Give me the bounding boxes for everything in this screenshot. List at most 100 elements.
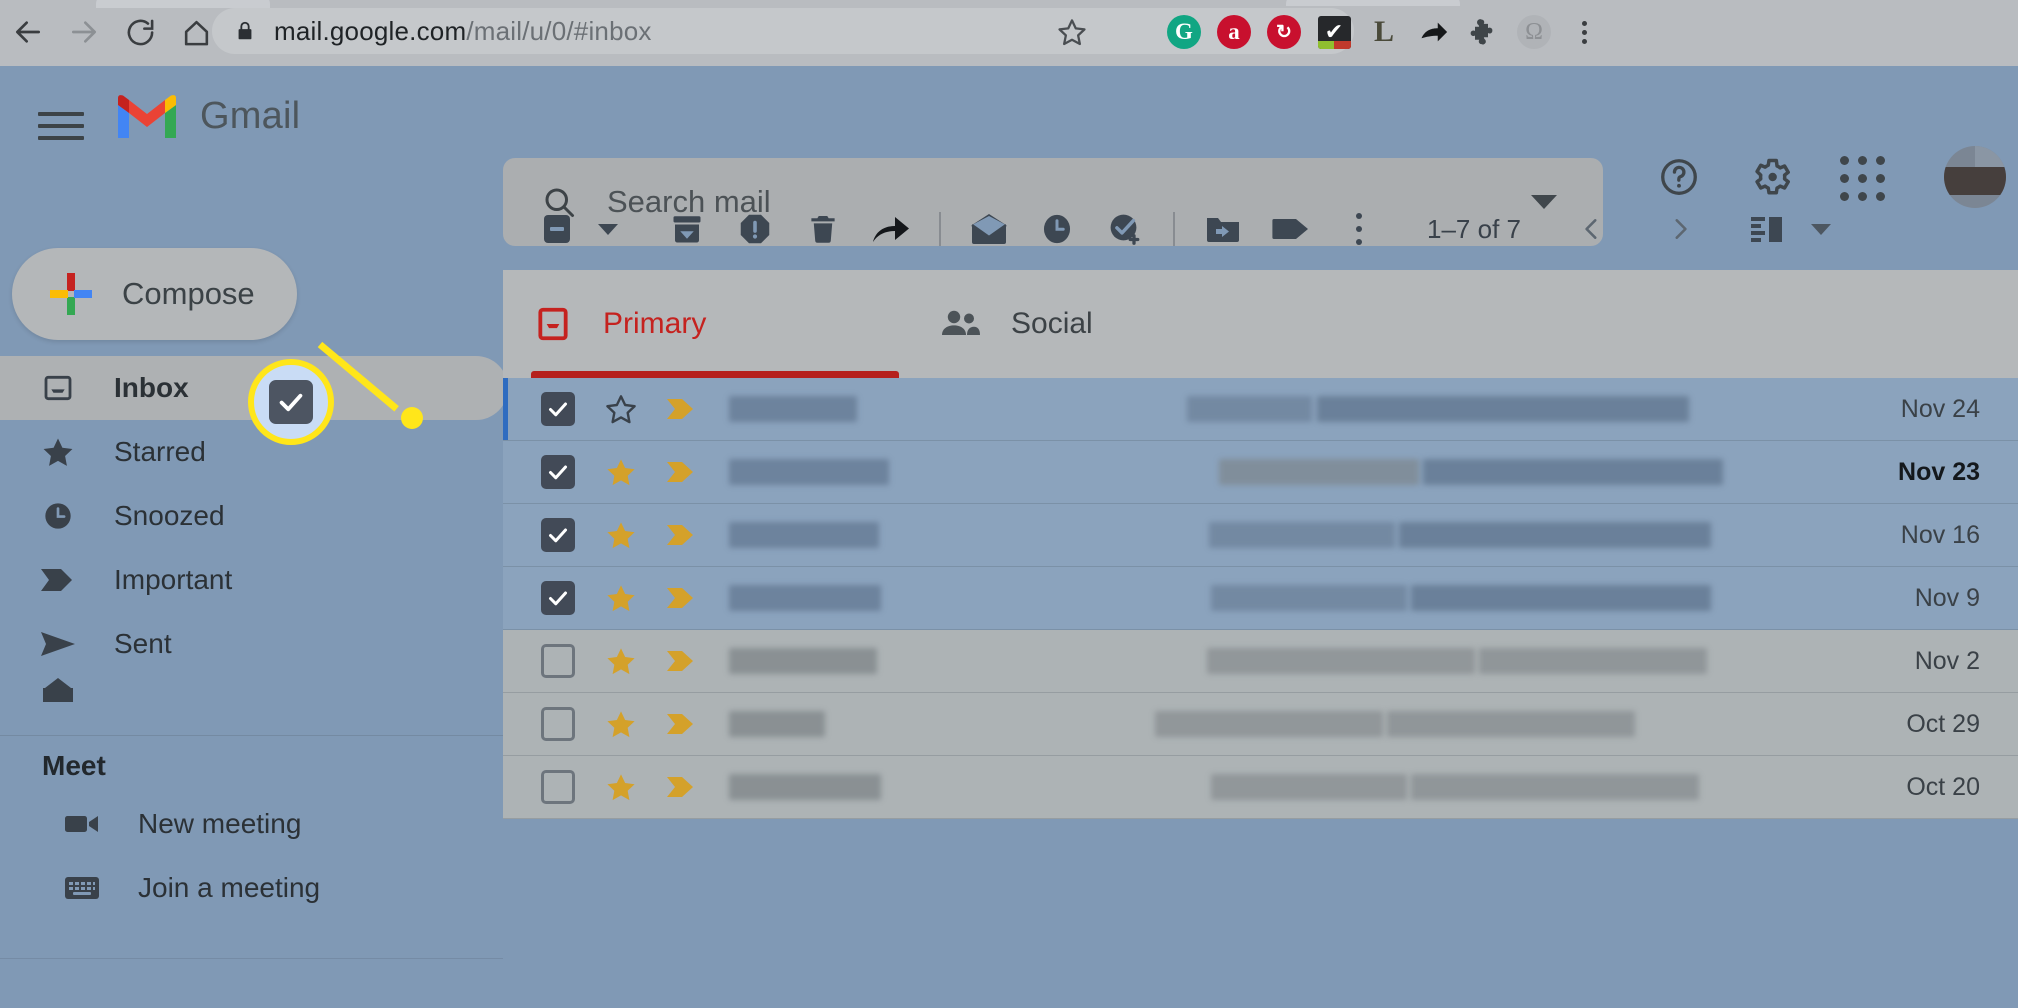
row-importance-marker-icon[interactable] xyxy=(657,774,707,800)
table-row[interactable]: Nov 24 xyxy=(503,378,2018,441)
sidebar: Compose Inbox Starred Snoozed Important … xyxy=(0,188,508,1008)
sidebar-item-join-meeting[interactable]: Join a meeting xyxy=(0,856,503,920)
row-star-filled-icon[interactable] xyxy=(593,582,649,614)
lastpass-extension-icon[interactable]: L xyxy=(1362,10,1406,54)
checked-checkbox-callout-icon xyxy=(269,380,313,424)
gmail-logo[interactable]: Gmail xyxy=(118,94,300,138)
more-options-icon[interactable] xyxy=(1325,195,1393,263)
row-checkbox-unchecked[interactable] xyxy=(541,644,575,678)
row-importance-marker-icon[interactable] xyxy=(657,585,707,611)
compose-label: Compose xyxy=(122,276,255,311)
archive-icon[interactable] xyxy=(653,195,721,263)
meet-item-label: New meeting xyxy=(138,808,302,839)
send-icon xyxy=(38,624,78,664)
row-star-filled-icon[interactable] xyxy=(593,771,649,803)
sidebar-item-label: Inbox xyxy=(114,372,189,403)
social-people-icon xyxy=(939,302,983,346)
sidebar-item-partial[interactable] xyxy=(0,676,503,704)
browser-chrome: mail.google.com/mail/u/0/#inbox G a ↻ ✔ … xyxy=(0,0,2018,66)
table-row[interactable]: Nov 9 xyxy=(503,567,2018,630)
tab-primary[interactable]: Primary xyxy=(531,270,899,378)
row-checkbox-checked[interactable] xyxy=(541,455,575,489)
previous-page-chevron-icon[interactable] xyxy=(1561,198,1623,260)
row-checkbox-unchecked[interactable] xyxy=(541,707,575,741)
adblock-extension-icon[interactable]: a xyxy=(1212,10,1256,54)
keyboard-icon xyxy=(62,868,102,908)
table-row[interactable]: Oct 20 xyxy=(503,756,2018,819)
next-page-chevron-icon[interactable] xyxy=(1649,198,1711,260)
three-dot-menu-icon[interactable] xyxy=(1562,10,1606,54)
important-label-icon xyxy=(38,560,78,600)
row-checkbox-checked[interactable] xyxy=(541,518,575,552)
split-pane-toggle-icon[interactable] xyxy=(1737,198,1799,260)
row-star-filled-icon[interactable] xyxy=(593,708,649,740)
sidebar-item-sent[interactable]: Sent xyxy=(0,612,503,676)
sidebar-divider xyxy=(0,735,503,736)
reload-icon[interactable] xyxy=(116,8,164,56)
row-star-filled-icon[interactable] xyxy=(593,456,649,488)
row-importance-marker-icon[interactable] xyxy=(657,711,707,737)
callout-pointer-dot xyxy=(401,407,423,429)
sidebar-item-snoozed[interactable]: Snoozed xyxy=(0,484,503,548)
compose-button[interactable]: Compose xyxy=(12,248,297,340)
pagination-count: 1–7 of 7 xyxy=(1427,213,1521,244)
forward-arrow-icon[interactable] xyxy=(857,195,925,263)
row-importance-marker-icon[interactable] xyxy=(657,648,707,674)
split-pane-chevron-down-icon[interactable] xyxy=(1799,198,1843,260)
tab-social[interactable]: Social xyxy=(939,270,1299,378)
row-star-filled-icon[interactable] xyxy=(593,645,649,677)
table-row[interactable]: Oct 29 xyxy=(503,693,2018,756)
snooze-clock-icon[interactable] xyxy=(1023,195,1091,263)
chrome-profile-avatar[interactable]: Ω xyxy=(1512,10,1556,54)
sidebar-item-starred[interactable]: Starred xyxy=(0,420,503,484)
primary-inbox-icon xyxy=(531,302,575,346)
forward-arrow-icon[interactable] xyxy=(60,8,108,56)
share-extension-icon[interactable] xyxy=(1412,10,1456,54)
gmail-logo-icon xyxy=(118,95,176,138)
select-all-chevron-down-icon[interactable] xyxy=(591,195,625,263)
meet-section-title: Meet xyxy=(42,750,106,781)
row-date: Oct 20 xyxy=(1906,772,1980,801)
browser-tab-stub[interactable] xyxy=(96,0,270,8)
puzzle-extensions-icon[interactable] xyxy=(1462,10,1506,54)
row-checkbox-checked[interactable] xyxy=(541,392,575,426)
url-domain: mail.google.com xyxy=(274,15,467,46)
row-importance-marker-icon[interactable] xyxy=(657,459,707,485)
mark-as-unread-envelope-icon[interactable] xyxy=(955,195,1023,263)
mail-toolbar: 1–7 of 7 xyxy=(503,188,2018,270)
labels-tag-icon[interactable] xyxy=(1257,195,1325,263)
star-icon xyxy=(38,432,78,472)
todoist-extension-icon[interactable]: ✔ xyxy=(1312,10,1356,54)
row-checkbox-checked[interactable] xyxy=(541,581,575,615)
tab-label: Social xyxy=(1011,307,1093,340)
sidebar-item-important[interactable]: Important xyxy=(0,548,503,612)
row-star-filled-icon[interactable] xyxy=(593,519,649,551)
back-arrow-icon[interactable] xyxy=(4,8,52,56)
add-to-tasks-icon[interactable] xyxy=(1091,195,1159,263)
move-to-folder-icon[interactable] xyxy=(1189,195,1257,263)
lock-icon xyxy=(234,18,256,44)
row-sender-redacted xyxy=(729,459,889,485)
hamburger-menu-icon[interactable] xyxy=(38,106,84,146)
row-checkbox-unchecked[interactable] xyxy=(541,770,575,804)
row-star-outline-icon[interactable] xyxy=(593,393,649,425)
table-row[interactable]: Nov 23 xyxy=(503,441,2018,504)
report-spam-icon[interactable] xyxy=(721,195,789,263)
grammarly-extension-icon[interactable]: G xyxy=(1162,10,1206,54)
select-all-checkbox-icon[interactable] xyxy=(523,195,591,263)
table-row[interactable]: Nov 2 xyxy=(503,630,2018,693)
gmail-header: Gmail Search mail xyxy=(0,66,2018,246)
drafts-icon xyxy=(38,676,78,704)
sidebar-item-new-meeting[interactable]: New meeting xyxy=(0,792,503,856)
row-importance-marker-icon[interactable] xyxy=(657,522,707,548)
row-sender-redacted xyxy=(729,774,881,800)
row-date: Nov 23 xyxy=(1898,457,1980,486)
table-row[interactable]: Nov 16 xyxy=(503,504,2018,567)
delete-trash-icon[interactable] xyxy=(789,195,857,263)
pocket-extension-icon[interactable]: ↻ xyxy=(1262,10,1306,54)
active-tab-underline xyxy=(531,371,899,378)
url-path: /mail/u/0/#inbox xyxy=(466,15,652,46)
bookmark-star-icon[interactable] xyxy=(1050,10,1094,54)
row-importance-marker-icon[interactable] xyxy=(657,396,707,422)
browser-tab-stub-secondary[interactable] xyxy=(1286,0,1460,6)
